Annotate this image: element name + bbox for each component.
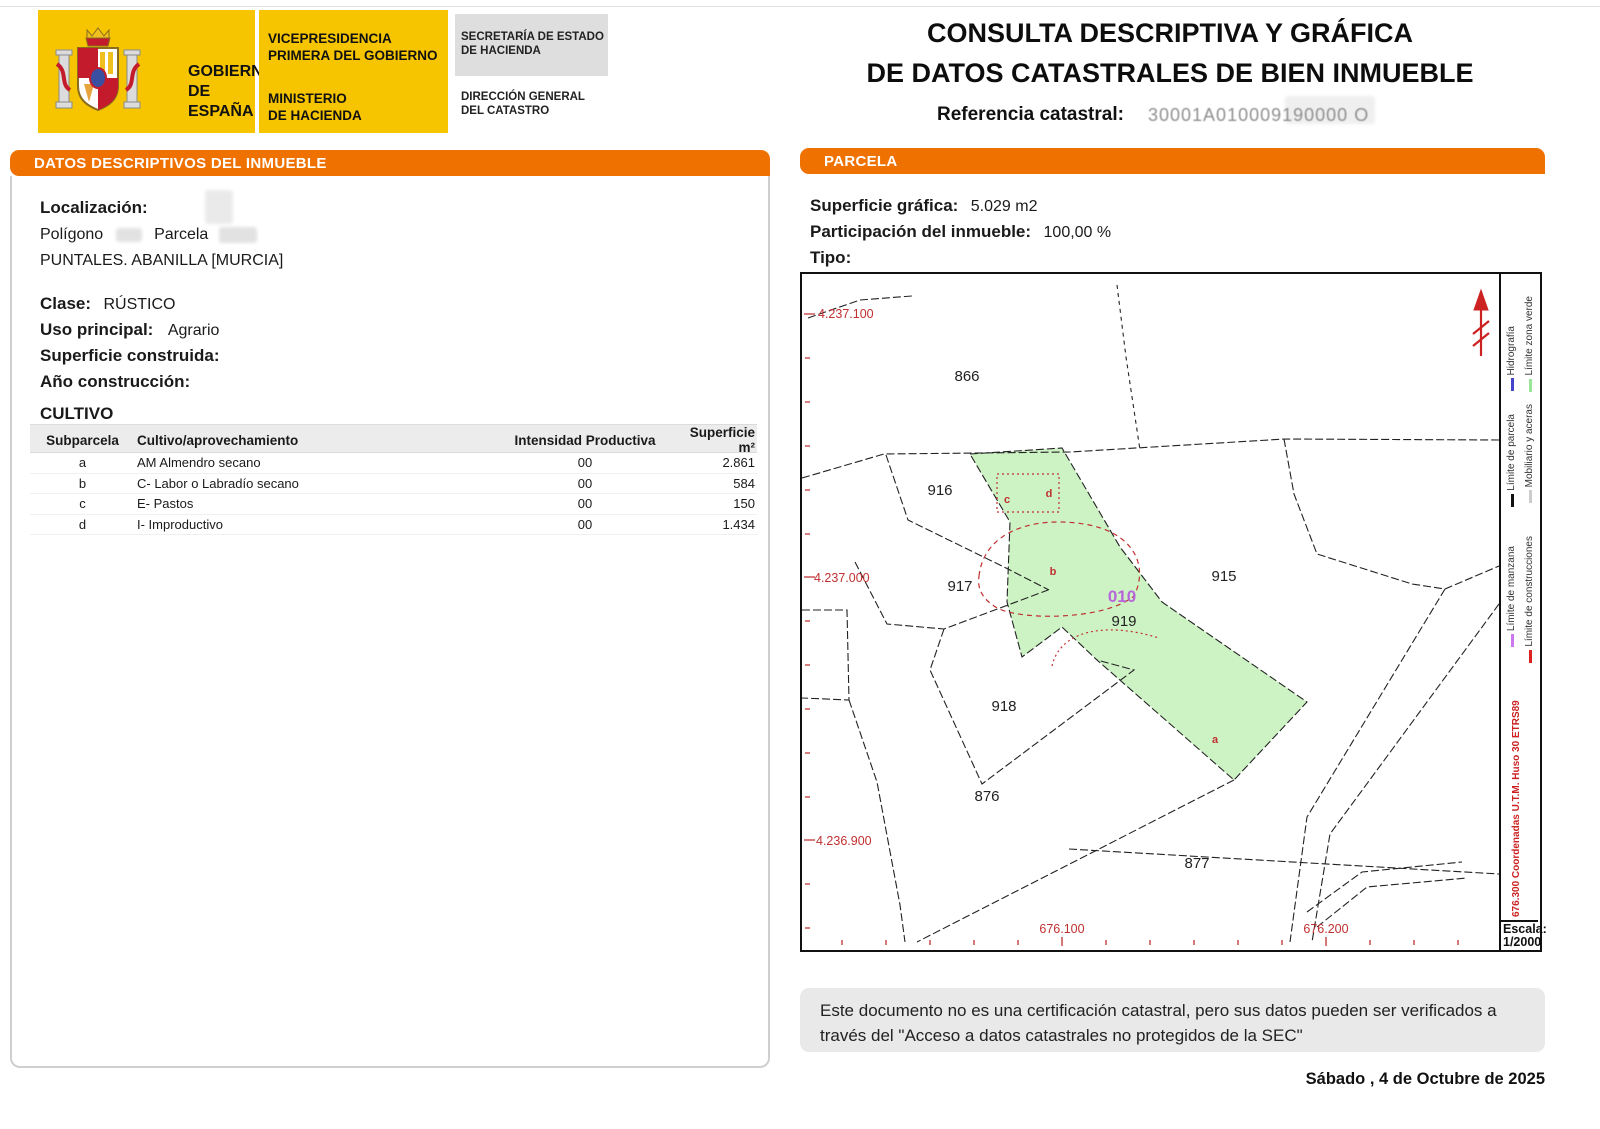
anio-construccion-label: Año construcción: (40, 372, 190, 392)
gobierno-logo-block: GOBIERNO DE ESPAÑA (38, 10, 255, 133)
legend-limite-parcela: Límite de parcela (1504, 414, 1520, 507)
subparcel-label-c: c (1004, 494, 1010, 506)
redaction (219, 227, 257, 243)
superficie-grafica-line: Superficie gráfica: 5.029 m2 (810, 196, 1038, 216)
ref-catastral-value: 30001A010009190000 O (1148, 105, 1369, 126)
zona-verde-line-swatch (1529, 379, 1532, 392)
limite-construcciones-line-swatch (1529, 650, 1532, 663)
table-row: a AM Almendro secano 00 2.861 (30, 453, 757, 474)
legend-mobiliario: Mobiliario y aceras (1522, 404, 1538, 503)
subparcel-label-a: a (1212, 734, 1219, 746)
tipo-label: Tipo: (810, 248, 851, 268)
participacion-line: Participación del inmueble: 100,00 % (810, 222, 1111, 242)
legend-hidrografia: Hidrografía (1504, 326, 1520, 391)
superficie-construida-label: Superficie construida: (40, 346, 219, 366)
ministerio-logo-block: VICEPRESIDENCIA PRIMERA DEL GOBIERNO MIN… (259, 10, 448, 133)
secretaria-block: SECRETARÍA DE ESTADO DE HACIENDA (455, 14, 608, 76)
legend-zona-verde: Límite zona verde (1522, 296, 1538, 392)
parcel-label-919: 919 (1111, 613, 1136, 630)
section-header-parcela: PARCELA (800, 148, 1545, 174)
page-title-line2: DE DATOS CATASTRALES DE BIEN INMUEBLE (860, 58, 1480, 89)
redaction (205, 190, 233, 224)
parcel-ref-label-010: 010 (1108, 587, 1136, 606)
table-row: c E- Pastos 00 150 (30, 494, 757, 515)
subparcel-label-b: b (1050, 566, 1057, 578)
legend-limite-construcciones: Límite de construcciones (1522, 536, 1538, 663)
table-row: d I- Improductivo 00 1.434 (30, 515, 757, 536)
parcel-label-866: 866 (954, 368, 979, 385)
coord-label-y1: 4.237.100 (818, 307, 874, 321)
vicepresidencia-text: VICEPRESIDENCIA (268, 30, 438, 47)
map-canvas: 866 916 917 918 876 877 915 919 010 c d … (802, 274, 1499, 950)
page-title-line1: CONSULTA DESCRIPTIVA Y GRÁFICA (860, 18, 1480, 49)
limite-manzana-line-swatch (1511, 634, 1514, 647)
redaction (116, 228, 142, 242)
north-arrow-icon (1473, 290, 1489, 356)
parcel-label-917: 917 (947, 578, 972, 595)
scale-box: Escala: 1/2000 (1501, 920, 1538, 950)
coord-label-y2: 4.237.000 (814, 571, 870, 585)
top-divider (0, 6, 1600, 7)
limite-parcela-line-swatch (1511, 494, 1514, 507)
parcel-label-915: 915 (1211, 568, 1236, 585)
document-date: Sábado , 4 de Octubre de 2025 (1045, 1070, 1545, 1089)
subparcel-label-d: d (1046, 488, 1053, 500)
parcel-label-916: 916 (927, 482, 952, 499)
coord-label-y3: 4.236.900 (816, 834, 872, 848)
cadastral-document: GOBIERNO DE ESPAÑA VICEPRESIDENCIA PRIME… (0, 0, 1600, 1129)
localizacion-label: Localización: (40, 198, 148, 218)
legend-limite-manzana: Límite de manzana (1504, 546, 1520, 647)
municipio-line: PUNTALES. ABANILLA [MURCIA] (40, 252, 283, 270)
hidrografia-line-swatch (1511, 378, 1514, 391)
coord-label-x2: 676.200 (1303, 922, 1348, 936)
parcel-label-877: 877 (1184, 855, 1209, 872)
table-row: b C- Labor o Labradío secano 00 584 (30, 474, 757, 495)
spain-coat-of-arms (54, 24, 142, 122)
parcel-map: 866 916 917 918 876 877 915 919 010 c d … (800, 272, 1542, 952)
disclaimer-box: Este documento no es una certificación c… (800, 988, 1545, 1052)
utm-coordinates-note: 676.300 Coordenadas U.T.M. Huso 30 ETRS8… (1512, 702, 1522, 917)
section-header-datos-descriptivos: DATOS DESCRIPTIVOS DEL INMUEBLE (10, 150, 770, 176)
ministerio-text: MINISTERIO (268, 90, 362, 107)
poligono-parcela-line: Polígono Parcela (40, 226, 257, 244)
clase-line: Clase: RÚSTICO (40, 294, 175, 314)
cultivo-table: Subparcela Cultivo/aprovechamiento Inten… (30, 424, 757, 535)
parcel-label-876: 876 (974, 788, 999, 805)
mobiliario-line-swatch (1529, 490, 1532, 503)
uso-line: Uso principal: Agrario (40, 320, 219, 340)
direccion-catastro-text: DIRECCIÓN GENERAL DEL CATASTRO (461, 90, 585, 118)
parcel-label-918: 918 (991, 698, 1016, 715)
map-legend: Hidrografía Límite zona verde Límite de … (1499, 274, 1538, 950)
cultivo-title: CULTIVO (40, 404, 113, 424)
ref-catastral-label: Referencia catastral: (937, 104, 1124, 126)
cultivo-table-header: Subparcela Cultivo/aprovechamiento Inten… (30, 424, 757, 453)
coord-label-x1: 676.100 (1039, 922, 1084, 936)
